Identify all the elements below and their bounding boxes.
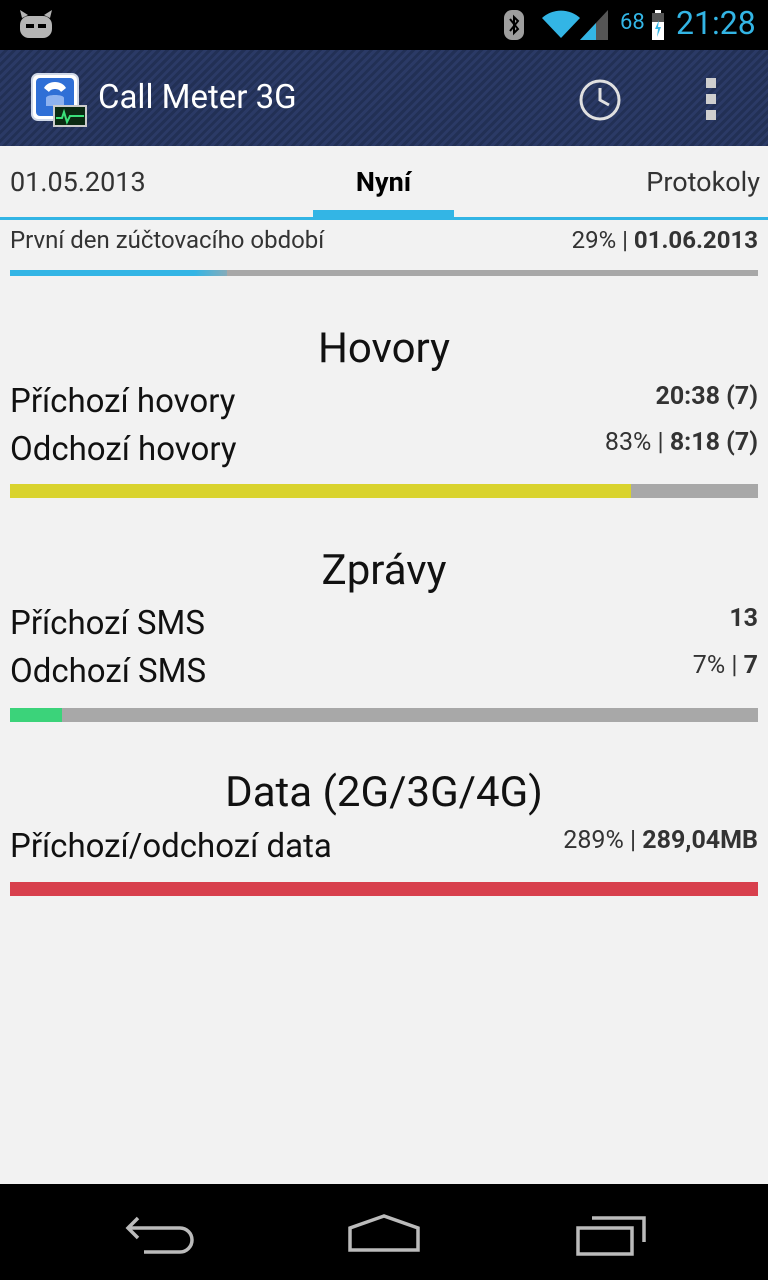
- billing-end-date: 01.06.2013: [633, 226, 758, 254]
- data-section-title: Data (2G/3G/4G): [225, 768, 543, 817]
- tab-logs[interactable]: Protokoly: [646, 166, 760, 198]
- cyanogenmod-icon: [20, 10, 52, 38]
- tab-selected-indicator: [313, 210, 454, 220]
- data-usage-label: Příchozí/odchozí data: [10, 827, 332, 866]
- calls-section-title: Hovory: [317, 324, 451, 373]
- messages-progress-fill: [10, 708, 63, 722]
- data-progress-fill: [10, 882, 758, 896]
- billing-period-value: 29% | 01.06.2013: [571, 226, 758, 254]
- overflow-menu-icon[interactable]: [700, 76, 722, 122]
- data-usage-value: 289% | 289,04MB: [563, 826, 758, 855]
- tab-strip: 01.05.2013 Nyní Protokoly: [0, 146, 768, 222]
- outgoing-calls-label: Odchozí hovory: [10, 430, 237, 469]
- incoming-calls-label: Příchozí hovory: [10, 382, 236, 421]
- battery-icon: [652, 10, 664, 40]
- outgoing-sms-value: 7% | 7: [692, 651, 758, 680]
- back-icon[interactable]: [124, 1214, 196, 1254]
- bluetooth-icon: [504, 10, 524, 40]
- action-bar: Call Meter 3G: [0, 50, 768, 146]
- tab-previous-period[interactable]: 01.05.2013: [10, 166, 146, 198]
- data-progress-bar: [10, 882, 758, 896]
- billing-progress-bar: [10, 270, 758, 276]
- billing-percent: 29%: [571, 226, 617, 254]
- calls-progress-bar: [10, 484, 758, 498]
- incoming-sms-label: Příchozí SMS: [10, 604, 205, 643]
- history-icon[interactable]: [578, 78, 622, 122]
- outgoing-sms-label: Odchozí SMS: [10, 652, 207, 691]
- navigation-bar: [0, 1184, 768, 1280]
- app-icon[interactable]: [30, 72, 88, 128]
- incoming-sms-value: 13: [729, 604, 758, 633]
- home-icon[interactable]: [346, 1212, 422, 1254]
- tab-now[interactable]: Nyní: [313, 166, 454, 198]
- calls-progress-fill: [10, 484, 631, 498]
- incoming-calls-value: 20:38 (7): [655, 382, 759, 411]
- clock: 21:28: [676, 4, 756, 42]
- billing-period-row: První den zúčtovacího období 29% | 01.06…: [10, 226, 758, 276]
- wifi-icon: [542, 10, 580, 38]
- messages-progress-bar: [10, 708, 758, 722]
- app-title: Call Meter 3G: [98, 78, 297, 117]
- messages-section-title: Zprávy: [321, 546, 447, 595]
- battery-percent: 68: [620, 10, 645, 35]
- outgoing-calls-value: 83% | 8:18 (7): [604, 428, 758, 457]
- signal-icon: [580, 10, 608, 40]
- recent-apps-icon[interactable]: [574, 1212, 646, 1256]
- billing-progress-fill: [10, 270, 227, 276]
- status-bar: 68 21:28: [0, 0, 768, 50]
- billing-period-label: První den zúčtovacího období: [10, 226, 325, 254]
